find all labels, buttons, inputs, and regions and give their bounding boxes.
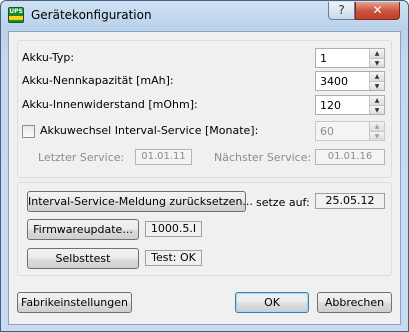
interval-service-checkbox[interactable] xyxy=(22,125,35,138)
resistance-value[interactable]: 120 xyxy=(320,99,341,112)
dialog-window: UPS Gerätekonfiguration ? ✕ Akku-Typ: 1 … xyxy=(0,0,409,332)
set-to-field: 25.05.12 xyxy=(315,193,385,209)
ok-button[interactable]: OK xyxy=(235,292,309,313)
last-service-field: 01.01.11 xyxy=(135,149,192,165)
resistance-label: Akku-Innenwiderstand [mOhm]: xyxy=(22,98,198,111)
spin-up-icon[interactable]: ▲ xyxy=(369,49,384,58)
spin-up-icon[interactable]: ▲ xyxy=(369,72,384,81)
firmware-update-button[interactable]: Firmwareupdate... xyxy=(27,219,139,240)
battery-type-spinner[interactable]: 1 ▲ ▼ xyxy=(315,48,385,68)
spin-down-icon[interactable]: ▼ xyxy=(369,131,384,140)
next-service-label: Nächster Service: xyxy=(214,151,312,164)
ups-app-icon: UPS xyxy=(8,7,24,23)
spin-down-icon[interactable]: ▼ xyxy=(369,81,384,90)
interval-service-label[interactable]: Akkuwechsel Interval-Service [Monate]: xyxy=(40,124,258,137)
interval-spinner[interactable]: 60 ▲ ▼ xyxy=(315,121,385,141)
battery-type-value[interactable]: 1 xyxy=(320,52,327,65)
spin-up-icon[interactable]: ▲ xyxy=(369,122,384,131)
title-bar[interactable]: UPS Gerätekonfiguration ? ✕ xyxy=(1,1,408,31)
reset-interval-button[interactable]: Interval-Service-Meldung zurücksetzen... xyxy=(27,191,253,212)
factory-settings-button[interactable]: Fabrikeinstellungen xyxy=(17,292,132,313)
capacity-value[interactable]: 3400 xyxy=(320,75,348,88)
set-to-label: setze auf: xyxy=(256,196,310,209)
interval-value[interactable]: 60 xyxy=(320,125,334,138)
next-service-field: 01.01.16 xyxy=(315,149,385,165)
capacity-label: Akku-Nennkapazität [mAh]: xyxy=(22,74,174,87)
window-title: Gerätekonfiguration xyxy=(31,8,152,22)
cancel-button[interactable]: Abbrechen xyxy=(317,292,392,313)
spin-down-icon[interactable]: ▼ xyxy=(369,105,384,114)
spin-up-icon[interactable]: ▲ xyxy=(369,96,384,105)
selftest-result-field: Test: OK xyxy=(145,250,202,266)
capacity-spinner[interactable]: 3400 ▲ ▼ xyxy=(315,71,385,91)
help-button[interactable]: ? xyxy=(328,2,355,20)
battery-type-label: Akku-Typ: xyxy=(22,51,75,64)
firmware-version-field: 1000.5.I xyxy=(145,221,202,237)
close-button[interactable]: ✕ xyxy=(355,2,400,20)
spin-down-icon[interactable]: ▼ xyxy=(369,58,384,67)
dialog-client-area: Akku-Typ: 1 ▲ ▼ Akku-Nennkapazität [mAh]… xyxy=(8,31,401,325)
last-service-label: Letzter Service: xyxy=(38,151,125,164)
selftest-button[interactable]: Selbsttest xyxy=(27,248,139,269)
resistance-spinner[interactable]: 120 ▲ ▼ xyxy=(315,95,385,115)
